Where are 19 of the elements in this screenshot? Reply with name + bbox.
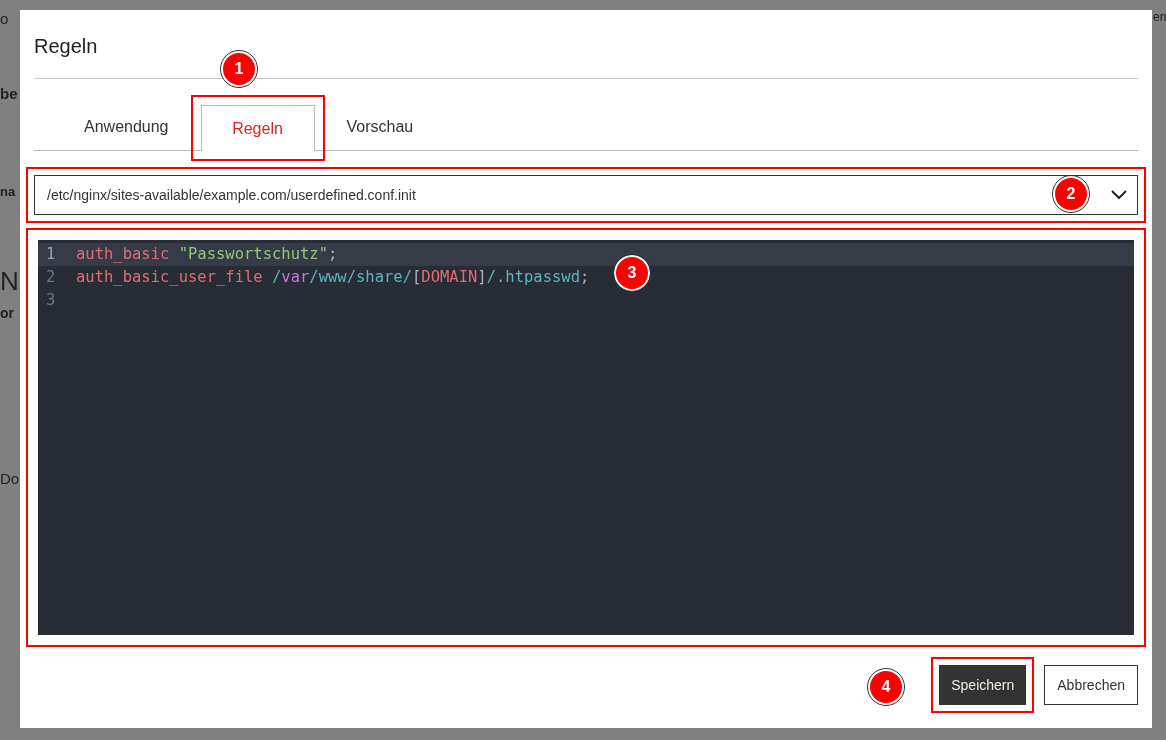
chevron-down-icon — [1111, 190, 1127, 200]
background-text: N — [0, 265, 19, 298]
save-button[interactable]: Speichern — [939, 665, 1027, 705]
background-text: en — [1153, 9, 1166, 26]
line-number: 2 — [45, 267, 57, 288]
line-number: 1 — [45, 244, 57, 265]
tab[interactable]: Vorschau — [316, 104, 444, 150]
code-line: auth_basic "Passwortschutz"; — [76, 244, 338, 265]
tab[interactable]: Anwendung — [54, 104, 199, 150]
line-number: 3 — [45, 290, 57, 311]
cancel-button[interactable]: Abbrechen — [1044, 665, 1138, 705]
background-text: or — [0, 304, 14, 323]
tab[interactable]: Regeln — [200, 105, 315, 151]
background-text: Do — [0, 469, 20, 489]
background-text: na — [0, 183, 16, 201]
dialog-title: Regeln — [34, 34, 98, 59]
code-line: auth_basic_user_file /var/www/share/[DOMAIN]/.htpasswd; — [76, 267, 590, 288]
background-text: o — [0, 9, 9, 29]
background-text: be — [0, 84, 18, 104]
